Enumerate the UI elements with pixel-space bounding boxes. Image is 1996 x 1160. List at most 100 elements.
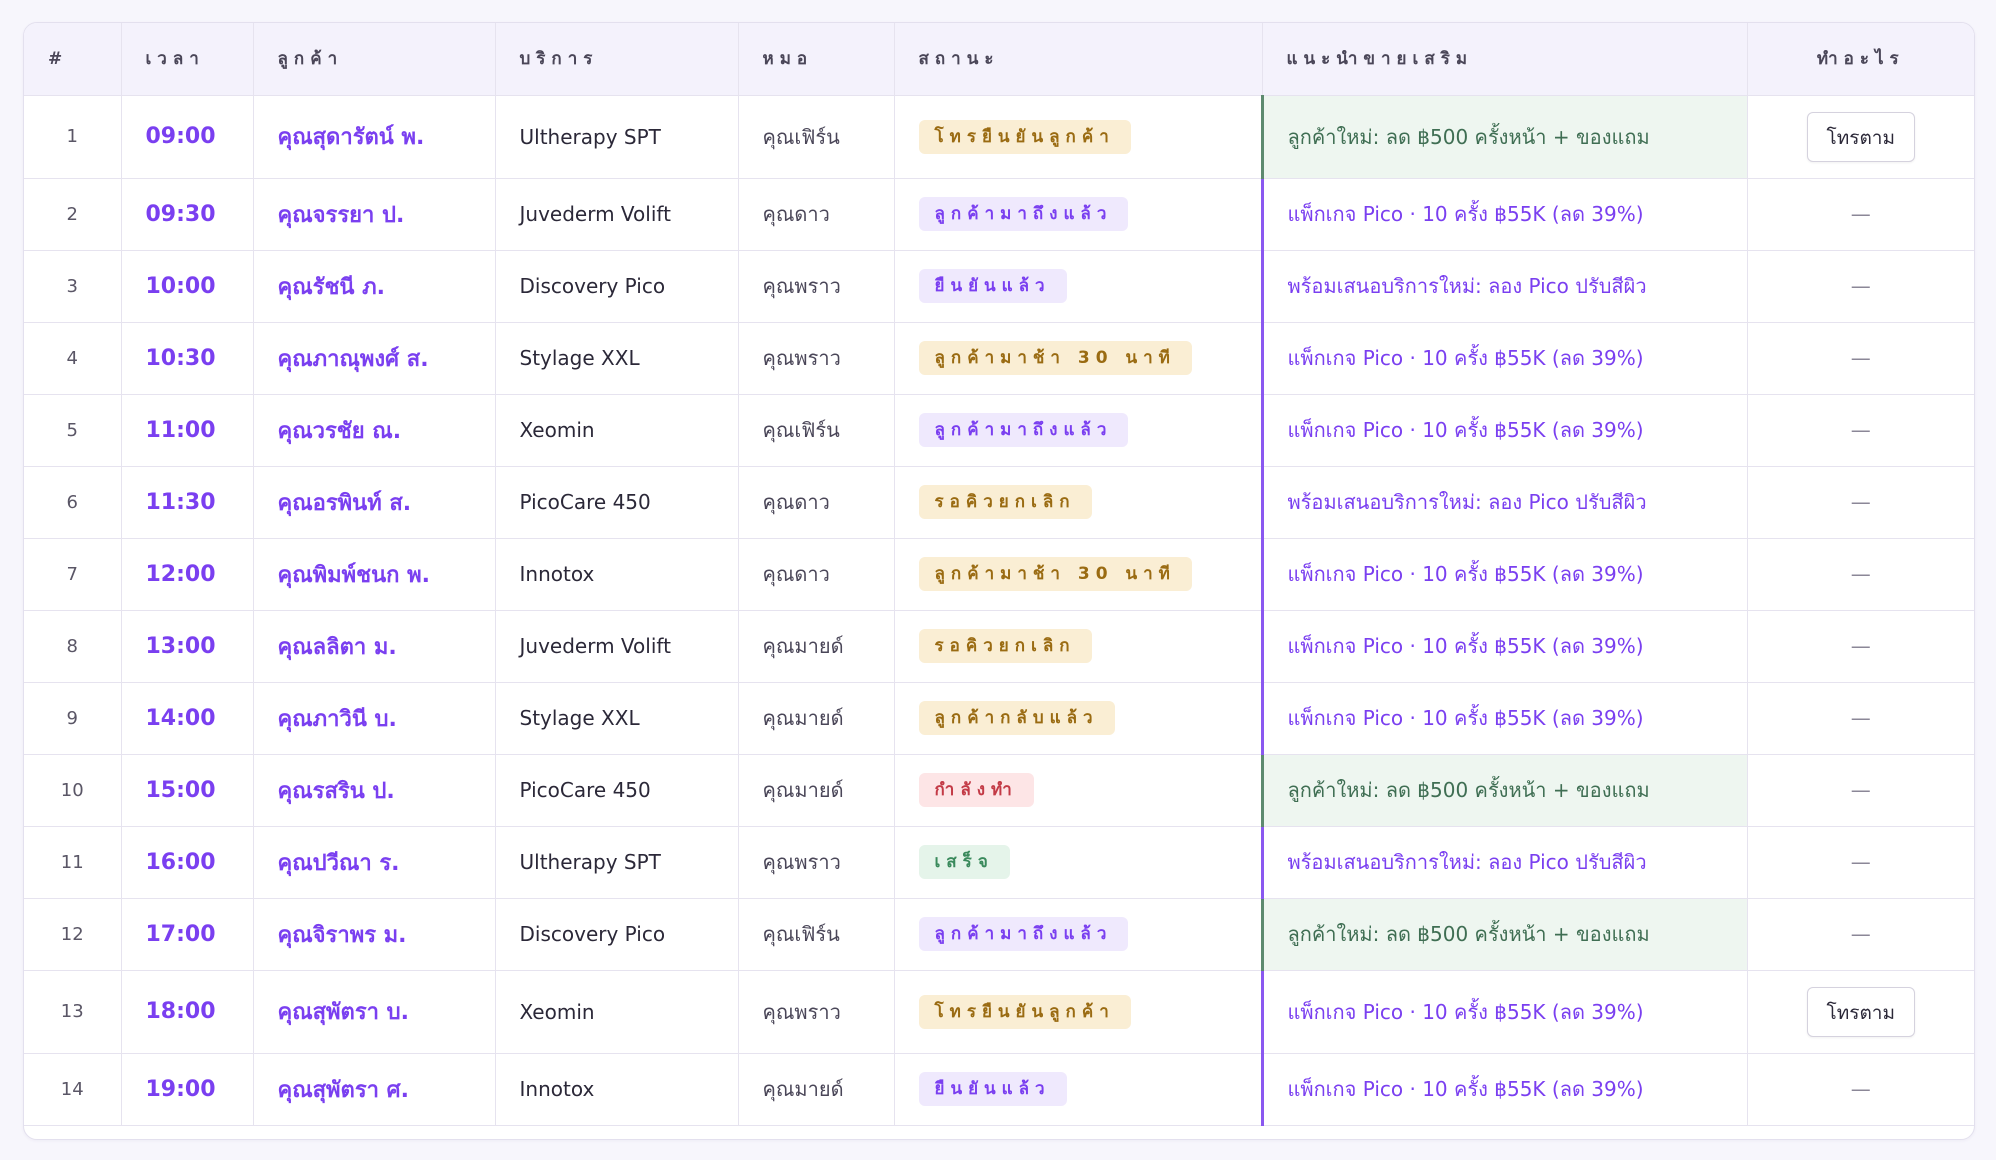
- column-header-number: #: [24, 23, 122, 96]
- table-row: 2 09:30 คุณจรรยา ป. Juvederm Volift คุณดาว ลู…: [24, 178, 1974, 251]
- row-number: 7: [24, 538, 122, 611]
- upsell-suggestion: แพ็กเกจ Pico · 10 ครั้ง ฿55K (ลด 39%): [1260, 1053, 1748, 1126]
- customer-name[interactable]: คุณภาวินี บ.: [253, 682, 496, 755]
- action-cell: —: [1747, 466, 1974, 539]
- service-name: Juvederm Volift: [495, 610, 739, 683]
- row-number: 9: [24, 682, 122, 755]
- table-row: 10 15:00 คุณรสริน ป. PicoCare 450 คุณมายด์ กำ…: [24, 754, 1974, 827]
- upsell-suggestion: แพ็กเกจ Pico · 10 ครั้ง ฿55K (ลด 39%): [1260, 970, 1748, 1054]
- column-header-time: เวลา: [121, 23, 254, 96]
- status-cell: ลูกค้ามาช้า 30 นาที: [894, 322, 1263, 395]
- appointment-time: 10:00: [121, 250, 254, 323]
- row-number: 3: [24, 250, 122, 323]
- status-cell: ลูกค้ามาถึงแล้ว: [894, 898, 1263, 971]
- doctor-name: คุณเฟิร์น: [738, 95, 895, 179]
- table-row: 12 17:00 คุณจิราพร ม. Discovery Pico คุณเฟิร…: [24, 898, 1974, 971]
- customer-name[interactable]: คุณรัชนี ภ.: [253, 250, 496, 323]
- table-row: 14 19:00 คุณสุพัตรา ศ. Innotox คุณมายด์ ยืนยั…: [24, 1053, 1974, 1126]
- row-number: 2: [24, 178, 122, 251]
- status-cell: ยืนยันแล้ว: [894, 250, 1263, 323]
- customer-name[interactable]: คุณวรชัย ณ.: [253, 394, 496, 467]
- customer-name[interactable]: คุณปวีณา ร.: [253, 826, 496, 899]
- service-name: Innotox: [495, 1053, 739, 1126]
- table-row: 4 10:30 คุณภาณุพงศ์ ส. Stylage XXL คุณพราว ลู…: [24, 322, 1974, 395]
- service-name: Ultherapy SPT: [495, 826, 739, 899]
- column-header-service: บริการ: [495, 23, 739, 96]
- column-header-action: ทำอะไร: [1747, 23, 1974, 96]
- doctor-name: คุณพราว: [738, 322, 895, 395]
- status-badge: ลูกค้ามาถึงแล้ว: [918, 917, 1129, 951]
- doctor-name: คุณพราว: [738, 250, 895, 323]
- action-cell: —: [1747, 178, 1974, 251]
- table-row: 3 10:00 คุณรัชนี ภ. Discovery Pico คุณพราว ยื…: [24, 250, 1974, 323]
- doctor-name: คุณมายด์: [738, 754, 895, 827]
- table-row: 13 18:00 คุณสุพัตรา บ. Xeomin คุณพราว โทรยืนย…: [24, 970, 1974, 1054]
- row-number: 10: [24, 754, 122, 827]
- upsell-suggestion: แพ็กเกจ Pico · 10 ครั้ง ฿55K (ลด 39%): [1260, 322, 1748, 395]
- action-cell: —: [1747, 394, 1974, 467]
- table-row: 8 13:00 คุณลลิตา ม. Juvederm Volift คุณมายด์…: [24, 610, 1974, 683]
- column-header-doctor: หมอ: [738, 23, 895, 96]
- doctor-name: คุณดาว: [738, 538, 895, 611]
- appointment-time: 12:00: [121, 538, 254, 611]
- action-cell: —: [1747, 322, 1974, 395]
- customer-name[interactable]: คุณสุพัตรา ศ.: [253, 1053, 496, 1126]
- action-cell: —: [1747, 898, 1974, 971]
- no-action-dash: —: [1850, 274, 1871, 298]
- column-header-status: สถานะ: [894, 23, 1263, 96]
- appointment-time: 15:00: [121, 754, 254, 827]
- no-action-dash: —: [1850, 778, 1871, 802]
- appointments-table-card: # เวลา ลูกค้า บริการ หมอ สถานะ แนะนำขายเ…: [23, 22, 1975, 1140]
- customer-name[interactable]: คุณจรรยา ป.: [253, 178, 496, 251]
- customer-name[interactable]: คุณรสริน ป.: [253, 754, 496, 827]
- row-number: 1: [24, 95, 122, 179]
- doctor-name: คุณมายด์: [738, 610, 895, 683]
- service-name: PicoCare 450: [495, 466, 739, 539]
- table-row: 11 16:00 คุณปวีณา ร. Ultherapy SPT คุณพราว เส…: [24, 826, 1974, 899]
- status-cell: ลูกค้ากลับแล้ว: [894, 682, 1263, 755]
- customer-name[interactable]: คุณภาณุพงศ์ ส.: [253, 322, 496, 395]
- status-cell: เสร็จ: [894, 826, 1263, 899]
- appointments-table: # เวลา ลูกค้า บริการ หมอ สถานะ แนะนำขายเ…: [24, 23, 1974, 1126]
- customer-name[interactable]: คุณลลิตา ม.: [253, 610, 496, 683]
- follow-up-call-button[interactable]: โทรตาม: [1806, 986, 1915, 1037]
- no-action-dash: —: [1850, 490, 1871, 514]
- customer-name[interactable]: คุณสุพัตรา บ.: [253, 970, 496, 1054]
- action-cell: —: [1747, 1053, 1974, 1126]
- customer-name[interactable]: คุณสุดารัตน์ พ.: [253, 95, 496, 179]
- follow-up-call-button[interactable]: โทรตาม: [1806, 111, 1915, 162]
- customer-name[interactable]: คุณพิมพ์ชนก พ.: [253, 538, 496, 611]
- status-badge: ลูกค้ามาช้า 30 นาที: [918, 341, 1192, 375]
- service-name: Discovery Pico: [495, 250, 739, 323]
- no-action-dash: —: [1850, 922, 1871, 946]
- row-number: 8: [24, 610, 122, 683]
- doctor-name: คุณเฟิร์น: [738, 394, 895, 467]
- service-name: Stylage XXL: [495, 322, 739, 395]
- table-row: 7 12:00 คุณพิมพ์ชนก พ. Innotox คุณดาว ลูกค้าม…: [24, 538, 1974, 611]
- upsell-suggestion: พร้อมเสนอบริการใหม่: ลอง Pico ปรับสีผิว: [1260, 466, 1748, 539]
- upsell-suggestion: แพ็กเกจ Pico · 10 ครั้ง ฿55K (ลด 39%): [1260, 682, 1748, 755]
- status-badge: ลูกค้ากลับแล้ว: [918, 701, 1115, 735]
- upsell-suggestion: แพ็กเกจ Pico · 10 ครั้ง ฿55K (ลด 39%): [1260, 394, 1748, 467]
- status-badge: กำลังทำ: [918, 773, 1034, 807]
- service-name: Juvederm Volift: [495, 178, 739, 251]
- service-name: PicoCare 450: [495, 754, 739, 827]
- customer-name[interactable]: คุณจิราพร ม.: [253, 898, 496, 971]
- appointment-time: 16:00: [121, 826, 254, 899]
- status-cell: ลูกค้ามาช้า 30 นาที: [894, 538, 1263, 611]
- action-cell: โทรตาม: [1747, 95, 1974, 179]
- service-name: Ultherapy SPT: [495, 95, 739, 179]
- row-number: 11: [24, 826, 122, 899]
- status-cell: โทรยืนยันลูกค้า: [894, 970, 1263, 1054]
- status-cell: โทรยืนยันลูกค้า: [894, 95, 1263, 179]
- appointment-time: 11:30: [121, 466, 254, 539]
- status-badge: ลูกค้ามาถึงแล้ว: [918, 413, 1129, 447]
- no-action-dash: —: [1850, 850, 1871, 874]
- action-cell: —: [1747, 754, 1974, 827]
- status-badge: รอคิวยกเลิก: [918, 485, 1092, 519]
- status-badge: โทรยืนยันลูกค้า: [918, 994, 1131, 1029]
- action-cell: โทรตาม: [1747, 970, 1974, 1054]
- upsell-suggestion: แพ็กเกจ Pico · 10 ครั้ง ฿55K (ลด 39%): [1260, 610, 1748, 683]
- customer-name[interactable]: คุณอรพินท์ ส.: [253, 466, 496, 539]
- no-action-dash: —: [1850, 202, 1871, 226]
